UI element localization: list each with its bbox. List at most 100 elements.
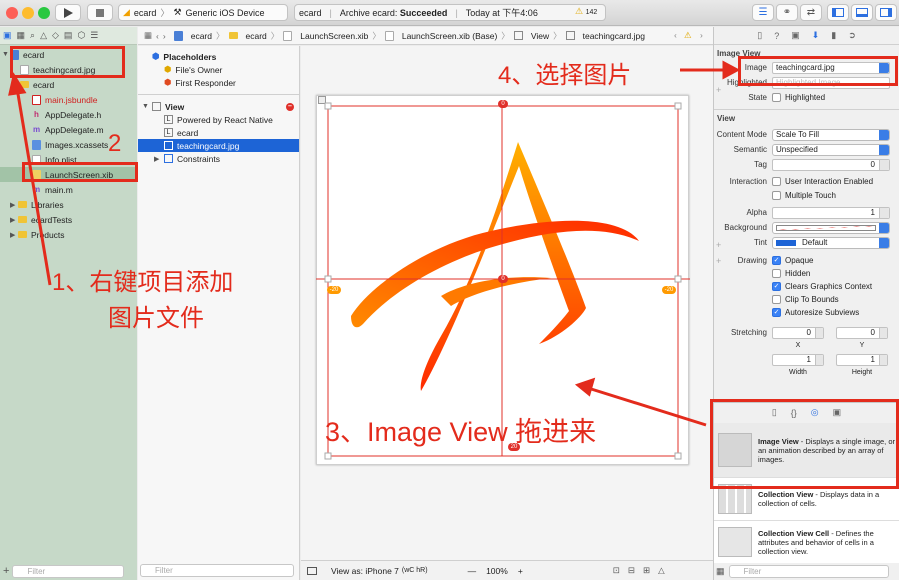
stretch-width-field[interactable]: 1	[772, 353, 824, 366]
content-mode-select[interactable]: Scale To Fill	[772, 128, 890, 141]
constraint-badge-left[interactable]: -20	[327, 286, 341, 294]
nav-item-libraries[interactable]: ▶ Libraries	[0, 197, 137, 212]
crumb-project[interactable]: ecard	[191, 31, 212, 41]
background-color-select[interactable]	[772, 221, 890, 234]
crumb-view[interactable]: View	[531, 31, 549, 41]
attributes-icon[interactable]: ⬇	[812, 30, 820, 41]
stepper-icon[interactable]	[879, 159, 889, 170]
breakpoint-icon[interactable]: ⬡	[77, 30, 85, 41]
nav-item-products[interactable]: ▶ Products	[0, 227, 137, 242]
nav-item-main-m[interactable]: m main.m	[0, 182, 137, 197]
related-items-icon[interactable]: ▦	[144, 30, 152, 41]
tint-select[interactable]: Default	[772, 236, 890, 249]
forward-icon[interactable]: ›	[163, 31, 166, 41]
tag-field[interactable]: 0	[772, 158, 890, 171]
embed-icon[interactable]: ⊡	[613, 565, 620, 576]
zoom-in-button[interactable]: +	[518, 566, 523, 576]
outline-constraints[interactable]: ▶ Constraints	[138, 152, 299, 165]
next-issue-icon[interactable]: ›	[700, 30, 703, 40]
scheme-selector[interactable]: ◢ ecard 〉 ⚒ Generic iOS Device	[118, 4, 288, 21]
stretch-y-field[interactable]: 0	[836, 326, 888, 339]
constraint-badge-right[interactable]: -20	[662, 286, 676, 294]
navigator-filter-input[interactable]: Filter	[12, 564, 125, 578]
error-badge-icon[interactable]: –	[286, 102, 294, 111]
clip-to-bounds-checkbox[interactable]	[772, 295, 781, 304]
symbol-icon[interactable]: ▦	[17, 30, 26, 41]
opaque-checkbox[interactable]: ✓	[772, 256, 781, 265]
constraint-badge-center[interactable]: 0	[498, 275, 508, 283]
stepper-icon[interactable]	[815, 354, 823, 365]
image-view-canvas[interactable]	[301, 46, 713, 560]
constraint-badge-top[interactable]: 0	[498, 100, 508, 108]
zoom-window-button[interactable]	[38, 7, 50, 19]
add-variation-icon[interactable]: +	[716, 85, 721, 95]
run-button[interactable]	[55, 4, 81, 21]
library-item-collection-cell[interactable]: Collection View Cell - Defines the attri…	[714, 521, 899, 563]
outline-label-ecard[interactable]: Lecard	[138, 126, 299, 139]
assistant-editor-button[interactable]: ⚭	[776, 4, 798, 21]
highlighted-checkbox[interactable]	[772, 93, 781, 102]
warning-badge[interactable]: ⚠ 142	[575, 6, 597, 17]
semantic-select[interactable]: Unspecified	[772, 143, 890, 156]
zoom-out-button[interactable]: —	[468, 566, 477, 576]
outline-view[interactable]: ▼ View –	[138, 100, 299, 113]
help-icon[interactable]: ?	[774, 31, 779, 41]
library-filter-input[interactable]: Filter	[728, 565, 889, 578]
stepper-icon[interactable]	[879, 207, 889, 218]
nav-item-ecard-folder[interactable]: ecard	[0, 77, 137, 92]
add-variation-icon[interactable]: +	[716, 256, 721, 266]
grid-toggle-icon[interactable]: ▦	[716, 566, 725, 577]
crumb-xib[interactable]: LaunchScreen.xib	[300, 31, 368, 41]
minimize-window-button[interactable]	[22, 7, 34, 19]
connections-icon[interactable]: ➲	[848, 30, 856, 41]
pin-icon[interactable]: ⊞	[643, 565, 650, 576]
outline-first-responder[interactable]: ⬢ First Responder	[138, 76, 299, 89]
align-icon[interactable]: ⊟	[628, 565, 635, 576]
warning-icon[interactable]: ⚠	[684, 30, 692, 41]
close-window-button[interactable]	[6, 7, 18, 19]
toggle-debug-button[interactable]	[851, 4, 873, 21]
stepper-icon[interactable]	[879, 327, 887, 338]
autoresize-checkbox[interactable]: ✓	[772, 308, 781, 317]
multiple-touch-checkbox[interactable]	[772, 190, 781, 200]
crumb-image[interactable]: teachingcard.jpg	[583, 31, 645, 41]
stepper-icon[interactable]	[815, 327, 823, 338]
debug-icon[interactable]: ▤	[64, 30, 73, 41]
back-icon[interactable]: ‹	[156, 31, 159, 41]
stop-button[interactable]	[87, 4, 113, 21]
alpha-field[interactable]: 1	[772, 206, 890, 219]
crumb-folder[interactable]: ecard	[246, 31, 267, 41]
outline-filter-input[interactable]: Filter	[140, 564, 294, 577]
report-icon[interactable]: ☰	[90, 30, 98, 41]
identity-icon[interactable]: ▣	[791, 30, 800, 41]
outline-toggle-icon[interactable]	[307, 566, 317, 575]
stretch-x-field[interactable]: 0	[772, 326, 824, 339]
add-variation-icon[interactable]: +	[716, 240, 721, 250]
crumb-xib-base[interactable]: LaunchScreen.xib (Base)	[402, 31, 497, 41]
search-icon[interactable]: ⌕	[30, 30, 35, 41]
previous-issue-icon[interactable]: ‹	[674, 30, 677, 40]
toggle-inspector-button[interactable]	[875, 4, 897, 21]
clears-graphics-checkbox[interactable]: ✓	[772, 282, 781, 291]
nav-item-ecardtests[interactable]: ▶ ecardTests	[0, 212, 137, 227]
test-icon[interactable]: ◇	[52, 30, 59, 41]
stretch-height-field[interactable]: 1	[836, 353, 888, 366]
nav-item-main-jsbundle[interactable]: main.jsbundle	[0, 92, 137, 107]
standard-editor-button[interactable]: ☰	[752, 4, 774, 21]
issue-icon[interactable]: △	[40, 30, 47, 41]
size-icon[interactable]: ▮	[831, 30, 836, 41]
nav-item-appdelegate-h[interactable]: h AppDelegate.h	[0, 107, 137, 122]
file-inspector-icon[interactable]: ▯	[757, 30, 762, 41]
view-as-label[interactable]: View as: iPhone 7	[331, 566, 399, 576]
hidden-checkbox[interactable]	[772, 269, 781, 278]
add-icon[interactable]: +	[3, 565, 9, 577]
folder-icon[interactable]: ▣	[3, 30, 12, 41]
user-interaction-checkbox[interactable]	[772, 177, 781, 186]
stepper-icon[interactable]	[879, 354, 887, 365]
toggle-navigator-button[interactable]	[827, 4, 849, 21]
outline-files-owner[interactable]: ⬢ File's Owner	[138, 63, 299, 76]
outline-image-view[interactable]: teachingcard.jpg	[138, 139, 299, 152]
outline-label-powered[interactable]: L Powered by React Native	[138, 113, 299, 126]
resolve-icon[interactable]: △	[658, 565, 665, 576]
version-editor-button[interactable]: ⇄	[800, 4, 822, 21]
